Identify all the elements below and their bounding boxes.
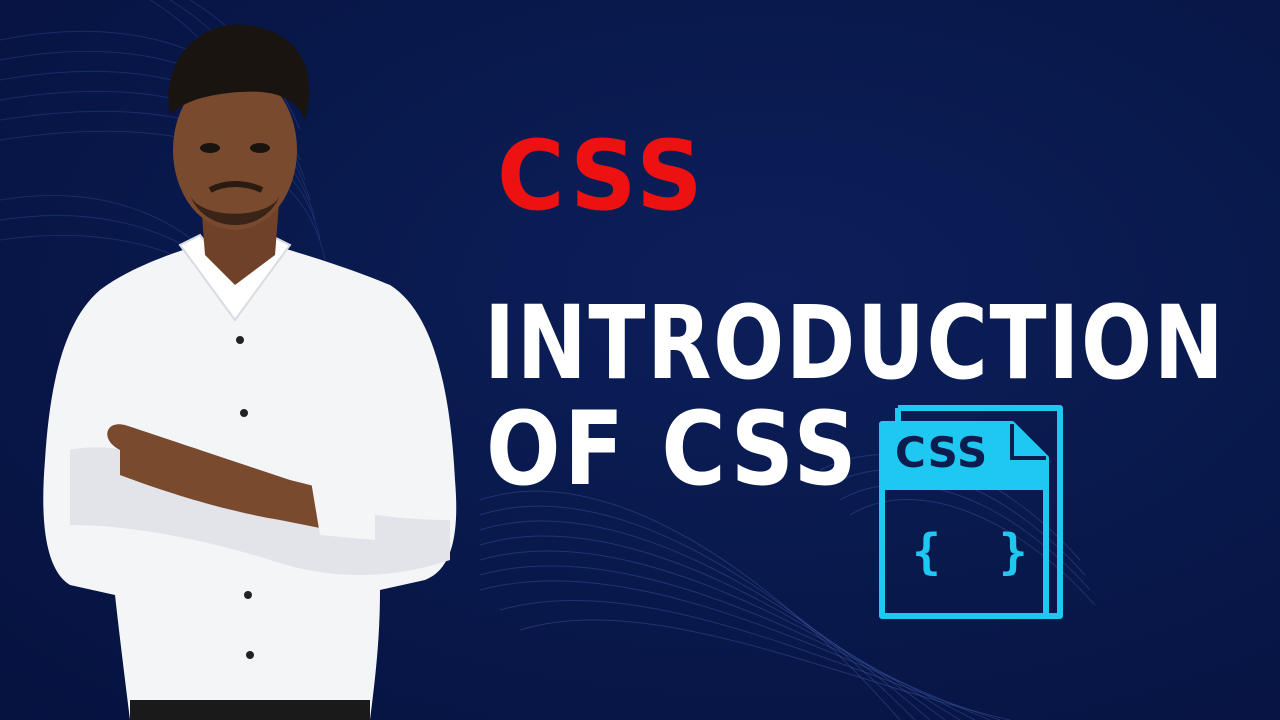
presenter-photo: [43, 24, 457, 720]
curly-braces-icon: { }: [912, 524, 1028, 580]
heading-css: CSS: [497, 120, 707, 232]
heading-introduction: INTRODUCTION: [484, 284, 1226, 403]
heading-of-css: OF CSS: [486, 390, 861, 509]
css-file-icon-label: CSS: [895, 428, 989, 477]
thumbnail-canvas: CSS INTRODUCTION OF CSS CSS { }: [0, 0, 1280, 720]
